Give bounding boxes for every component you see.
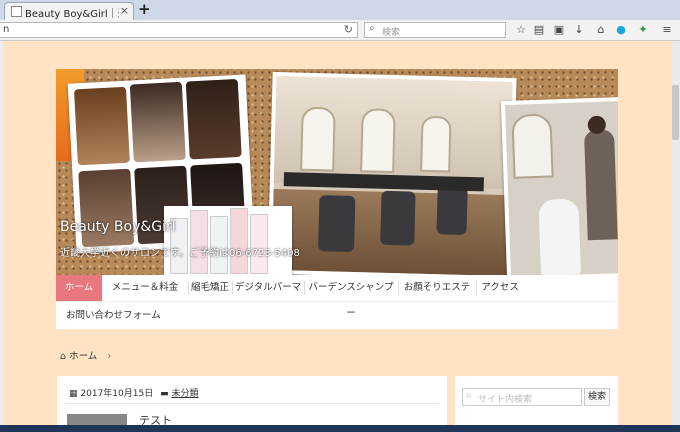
nav-item-access[interactable]: アクセス [476, 275, 524, 301]
nav-item-home[interactable]: ホーム [56, 275, 102, 301]
os-taskbar [0, 425, 680, 432]
stylist-photo [500, 96, 618, 275]
nav-item-digital-perm[interactable]: デジタルパーマ [232, 275, 304, 301]
shampoo-products-photo [164, 206, 292, 275]
page-favicon-icon [11, 6, 22, 17]
address-bar[interactable]: n ↻ [0, 22, 358, 38]
global-navigation: ホーム メニュー＆料金 縮毛矯正 デジタルパーマ バーデンスシャンプー お顔そり… [56, 275, 618, 329]
post-category-link[interactable]: 未分類 [171, 389, 198, 399]
post-card: ▦ 2017年10月15日 ▬ 未分類 テスト [57, 376, 447, 432]
post-meta: ▦ 2017年10月15日 ▬ 未分類 [69, 386, 198, 399]
site-search-input[interactable]: ⌕ サイト内検索 [462, 388, 582, 406]
left-edge [0, 41, 3, 432]
new-tab-button[interactable]: + [138, 0, 151, 18]
breadcrumb: ⌂ ホーム › [60, 348, 111, 362]
download-icon[interactable]: ↓ [572, 23, 586, 37]
browser-toolbar: n ↻ ⌕ 検索 ☆ ▤ ▣ ↓ ⌂ ● ✦ ≡ [0, 20, 680, 41]
salon-interior-photo [267, 71, 517, 275]
lock-icon[interactable]: ▣ [552, 23, 566, 37]
nav-item-baden-shampoo[interactable]: バーデンスシャンプー [304, 275, 398, 319]
sidebar-search-widget: ⌕ サイト内検索 検索 [455, 376, 618, 432]
nav-item-contact-form[interactable]: お問い合わせフォーム [66, 303, 161, 329]
search-icon: ⌕ [369, 23, 375, 34]
tab-title: Beauty Boy&Girl｜近畿大学 [25, 9, 119, 20]
nav-item-straightening[interactable]: 縮毛矯正 [188, 275, 232, 301]
site-search-button[interactable]: 検索 [584, 388, 610, 406]
tab-strip: Beauty Boy&Girl｜近畿大学 × + [0, 0, 680, 20]
reload-icon[interactable]: ↻ [344, 23, 353, 36]
home-icon: ⌂ [60, 351, 67, 362]
close-tab-icon[interactable]: × [120, 4, 129, 17]
folder-icon: ▬ [160, 389, 169, 399]
post-date: 2017年10月15日 [80, 389, 154, 399]
home-icon[interactable]: ⌂ [594, 23, 608, 37]
site-header-image: Beauty Boy&Girl 近畿大学近くのサロンです。ご予約は06-6723… [56, 69, 618, 275]
nav-item-face-shaving[interactable]: お顔そりエステ [398, 275, 476, 301]
menu-icon[interactable]: ≡ [660, 23, 674, 37]
site-search-placeholder: サイト内検索 [478, 395, 533, 405]
page-scrollbar[interactable] [671, 41, 680, 432]
calendar-icon: ▦ [69, 389, 78, 399]
url-text: n [3, 24, 10, 35]
scrollbar-thumb[interactable] [672, 85, 679, 140]
search-icon: ⌕ [466, 390, 472, 401]
site-description: 近畿大学近くのサロンです。ご予約は06-6723-5408 [60, 248, 300, 259]
browser-tab[interactable]: Beauty Boy&Girl｜近畿大学 × [4, 2, 134, 20]
tools-icon[interactable]: ✦ [636, 23, 650, 37]
star-icon[interactable]: ☆ [514, 23, 528, 37]
nav-item-menu-price[interactable]: メニュー＆料金 [102, 275, 188, 301]
breadcrumb-home-link[interactable]: ホーム [69, 351, 97, 362]
site-title[interactable]: Beauty Boy&Girl [60, 219, 176, 235]
browser-search-input[interactable]: ⌕ 検索 [364, 22, 506, 38]
browser-search-placeholder: 検索 [382, 28, 401, 38]
skype-icon[interactable]: ● [614, 23, 628, 37]
breadcrumb-separator: › [107, 351, 112, 362]
clipboard-icon[interactable]: ▤ [532, 23, 546, 37]
